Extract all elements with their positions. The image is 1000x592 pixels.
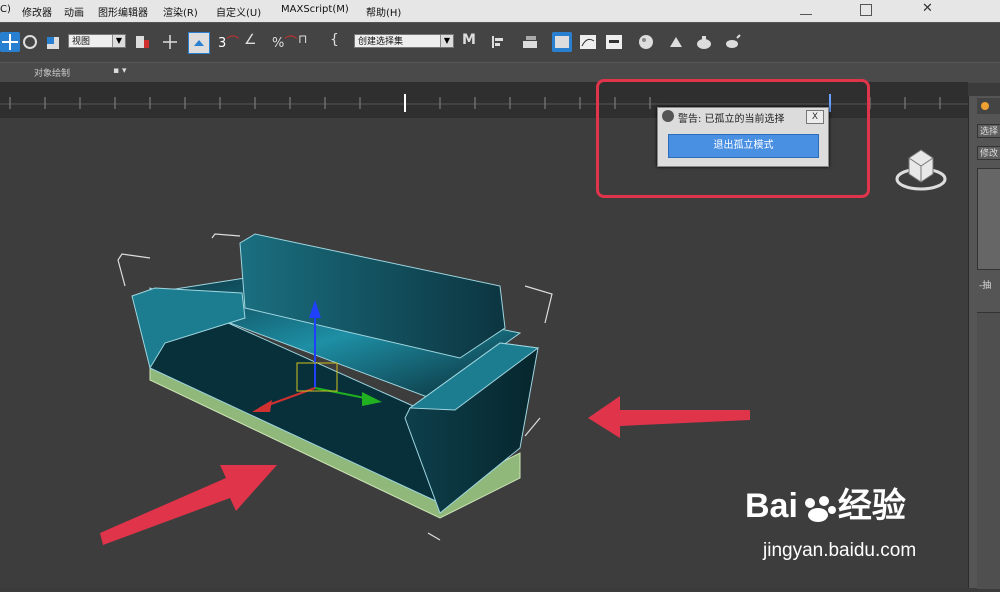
watermark-brand-left: Bai <box>745 487 798 525</box>
chevron-down-icon: ▼ <box>440 35 453 47</box>
watermark-url: jingyan.baidu.com <box>763 540 917 561</box>
paw-icon <box>798 493 838 523</box>
spinner-snap-icon[interactable]: ⊓ <box>298 32 318 52</box>
panel-tab-modify[interactable]: 修改 <box>977 146 1000 160</box>
named-selection-combo[interactable]: 创建选择集 ▼ <box>354 34 454 48</box>
align-icon[interactable] <box>488 32 508 52</box>
render-production-icon[interactable] <box>722 32 742 52</box>
maximize-icon[interactable] <box>860 4 872 16</box>
annotation-arrow-right <box>588 396 750 438</box>
annotation-highlight-box <box>596 79 870 198</box>
keyboard-shortcut-override-icon[interactable] <box>188 32 210 54</box>
watermark-brand: Bai 经验 <box>745 478 906 527</box>
menu-item-modifiers[interactable]: 修改器 <box>22 4 52 19</box>
menu-item-graph-editors[interactable]: 图形编辑器 <box>98 4 148 19</box>
rendered-frame-window-icon[interactable] <box>694 32 714 52</box>
menu-item-animation[interactable]: 动画 <box>64 4 84 19</box>
angle-snap-icon[interactable]: ∠ <box>244 32 264 52</box>
menu-item-help[interactable]: 帮助(H) <box>366 4 401 19</box>
snap-toggle-icon[interactable]: 3⌒ <box>218 32 239 52</box>
percent-snap-icon[interactable]: %⌒ <box>272 32 297 52</box>
percent-label: % <box>272 36 285 51</box>
chevron-down-icon: ▼ <box>112 35 125 47</box>
minimize-icon[interactable] <box>800 4 812 15</box>
panel-rollout <box>977 312 1000 589</box>
combo-value: 视图 <box>72 37 91 47</box>
material-editor-icon[interactable] <box>636 32 656 52</box>
panel-tab-select[interactable]: 选择 <box>977 124 1000 138</box>
scene-explorer-icon[interactable] <box>552 32 572 52</box>
menu-item-customize[interactable]: 自定义(U) <box>216 4 261 19</box>
annotation-arrow-left <box>100 465 277 545</box>
reference-coordinate-combo[interactable]: 视图 ▼ <box>68 34 126 48</box>
viewcube-icon[interactable] <box>893 146 949 196</box>
layer-manager-icon[interactable] <box>520 32 540 52</box>
close-icon[interactable]: ✕ <box>922 1 933 16</box>
watermark-brand-right: 经验 <box>837 487 906 525</box>
schematic-view-icon[interactable] <box>604 32 624 52</box>
create-tab-icon[interactable] <box>977 98 1000 114</box>
ribbon-dropdown[interactable]: ▪ ▾ <box>113 66 126 76</box>
render-setup-icon[interactable] <box>666 32 686 52</box>
combo-value: 创建选择集 <box>358 37 404 47</box>
menu-item[interactable]: C) <box>0 4 11 15</box>
object-paint-label: 对象绘制 <box>34 69 71 79</box>
panel-label: -抽 <box>979 281 992 291</box>
select-manipulate-icon[interactable] <box>160 32 180 52</box>
modifier-list[interactable] <box>977 168 1000 270</box>
scale-icon[interactable] <box>44 32 64 52</box>
command-panel: 选择 修改 -抽 <box>968 96 1000 589</box>
pivot-center-icon[interactable] <box>132 32 152 52</box>
menu-item-rendering[interactable]: 渲染(R) <box>163 4 198 19</box>
menu-bar: C) 修改器 动画 图形编辑器 渲染(R) 自定义(U) MAXScript(M… <box>0 0 1000 22</box>
mirror-icon[interactable]: M <box>462 32 482 52</box>
main-toolbar: 视图 ▼ 3⌒ ∠ %⌒ ⊓ { 创建选择集 ▼ M <box>0 22 1000 63</box>
edit-named-selection-icon[interactable]: { <box>330 32 350 52</box>
curve-editor-icon[interactable] <box>578 32 598 52</box>
select-move-icon[interactable] <box>0 32 20 52</box>
menu-item-maxscript[interactable]: MAXScript(M) <box>281 4 349 15</box>
rotate-icon[interactable] <box>20 32 40 52</box>
